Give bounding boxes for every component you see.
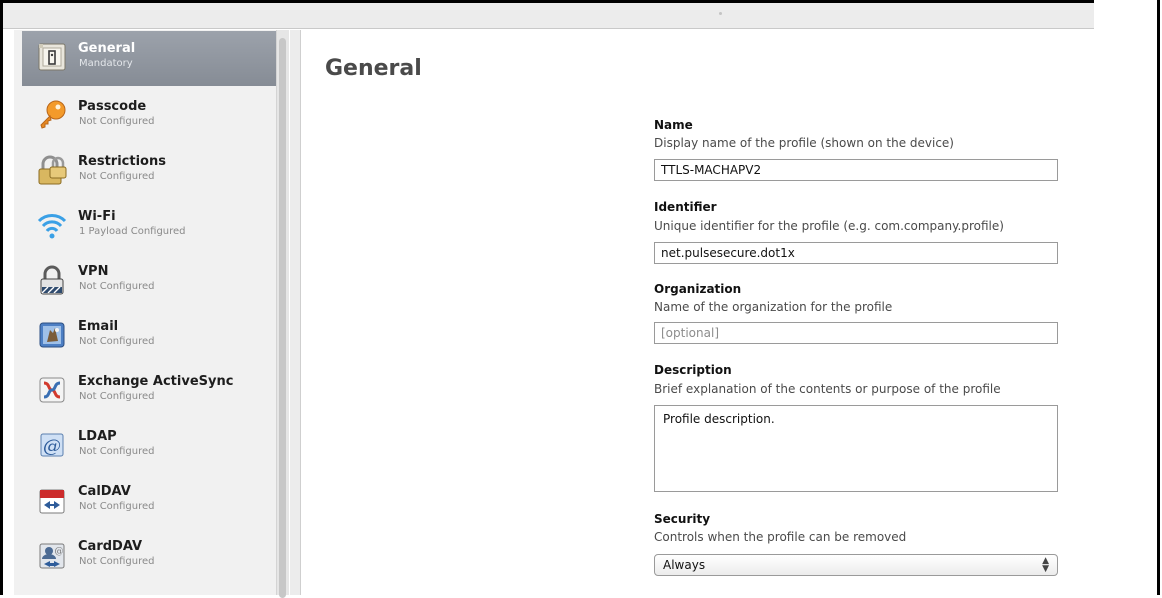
resize-grip-icon[interactable] <box>719 12 722 15</box>
organization-help: Name of the organization for the profile <box>654 300 893 314</box>
name-label: Name <box>654 118 693 132</box>
general-settings-panel: General Name Display name of the profile… <box>301 30 1094 595</box>
key-icon <box>36 99 68 131</box>
description-help: Brief explanation of the contents or pur… <box>654 382 1001 396</box>
sidebar-item-name: Wi-Fi <box>78 209 116 224</box>
svg-text:@: @ <box>55 547 64 557</box>
sidebar-item-status: Not Configured <box>79 281 155 292</box>
wifi-icon <box>36 209 68 241</box>
sidebar-item-status: 1 Payload Configured <box>79 226 186 237</box>
description-label: Description <box>654 363 732 377</box>
sidebar-item-name: Exchange ActiveSync <box>78 374 234 389</box>
vpn-lock-icon <box>36 264 68 296</box>
security-help: Controls when the profile can be removed <box>654 530 907 544</box>
sidebar-item-name: CalDAV <box>78 484 131 499</box>
page-title: General <box>325 56 422 81</box>
security-select[interactable]: Always ▲ ▼ <box>654 554 1058 576</box>
name-field[interactable]: TTLS-MACHAPV2 <box>654 159 1058 181</box>
sidebar-scroll-thumb[interactable] <box>279 38 286 598</box>
sidebar-item-name: Email <box>78 319 119 334</box>
general-icon <box>36 41 68 73</box>
svg-text:@: @ <box>43 436 61 457</box>
sidebar-item-caldav[interactable]: CalDAV Not Configured <box>22 474 276 528</box>
sidebar-item-wifi[interactable]: Wi-Fi 1 Payload Configured <box>22 199 276 253</box>
calendar-icon <box>36 484 68 516</box>
sidebar-item-status: Not Configured <box>79 556 155 567</box>
email-stamp-icon <box>36 319 68 351</box>
payload-sidebar: General Mandatory Passcode Not Configure… <box>14 30 277 595</box>
sidebar-item-name: VPN <box>78 264 109 279</box>
sidebar-item-status: Not Configured <box>79 501 155 512</box>
description-textarea[interactable]: Profile description. <box>654 405 1058 492</box>
padlock-icon <box>36 154 68 186</box>
name-help: Display name of the profile (shown on th… <box>654 136 954 150</box>
sidebar-item-restrictions[interactable]: Restrictions Not Configured <box>22 144 276 198</box>
exchange-icon <box>36 374 68 406</box>
sidebar-item-status: Mandatory <box>79 58 133 69</box>
identifier-help: Unique identifier for the profile (e.g. … <box>654 219 1004 233</box>
split-divider[interactable] <box>290 30 301 595</box>
sidebar-item-name: Passcode <box>78 99 147 114</box>
identifier-label: Identifier <box>654 200 717 214</box>
window-edge <box>1157 0 1160 595</box>
contacts-icon: @ <box>36 539 68 571</box>
sidebar-item-status: Not Configured <box>79 336 155 347</box>
sidebar-item-ldap[interactable]: @ LDAP Not Configured <box>22 419 276 473</box>
sidebar-item-status: Not Configured <box>79 391 155 402</box>
title-bar <box>3 3 1094 29</box>
identifier-field[interactable]: net.pulsesecure.dot1x <box>654 242 1058 264</box>
sidebar-item-status: Not Configured <box>79 171 155 182</box>
security-select-value: Always <box>663 558 706 572</box>
sidebar-item-passcode[interactable]: Passcode Not Configured <box>22 89 276 143</box>
sidebar-item-status: Not Configured <box>79 116 155 127</box>
sidebar-item-name: LDAP <box>78 429 117 444</box>
sidebar-scrollbar[interactable] <box>276 30 289 598</box>
sidebar-item-status: Not Configured <box>79 446 155 457</box>
sidebar-item-name: CardDAV <box>78 539 143 554</box>
ldap-at-icon: @ <box>36 429 68 461</box>
organization-field[interactable]: [optional] <box>654 322 1058 344</box>
sidebar-item-vpn[interactable]: VPN Not Configured <box>22 254 276 308</box>
select-arrows-icon: ▲ ▼ <box>1042 556 1049 574</box>
sidebar-item-email[interactable]: Email Not Configured <box>22 309 276 363</box>
sidebar-item-exchange-activesync[interactable]: Exchange ActiveSync Not Configured <box>22 364 276 418</box>
sidebar-item-general[interactable]: General Mandatory <box>22 31 276 86</box>
sidebar-item-carddav[interactable]: @ CardDAV Not Configured <box>22 529 276 583</box>
security-label: Security <box>654 512 711 526</box>
sidebar-item-name: Restrictions <box>78 154 166 169</box>
sidebar-item-name: General <box>78 41 136 56</box>
organization-label: Organization <box>654 282 742 296</box>
